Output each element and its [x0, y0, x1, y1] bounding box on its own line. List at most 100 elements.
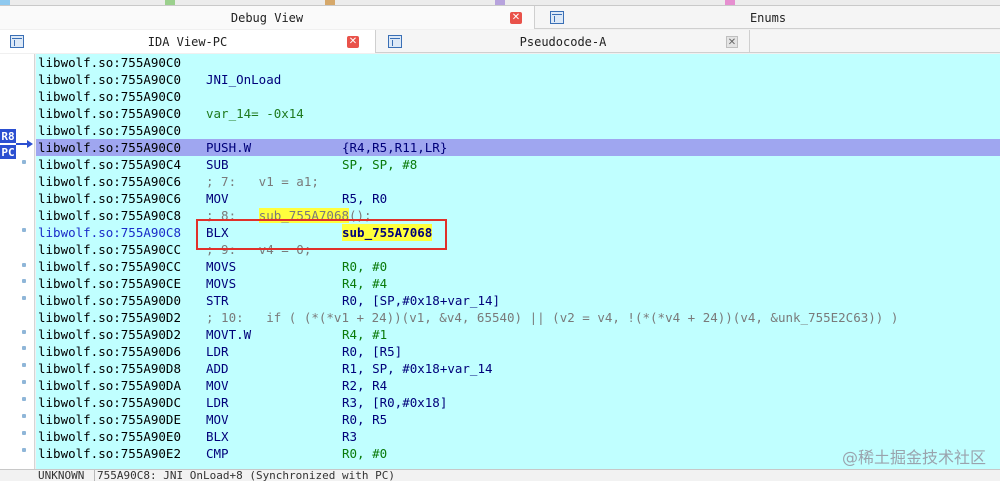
- listing-row[interactable]: libwolf.so:755A90D6 LDR R0, [R5]: [36, 343, 1000, 360]
- window-icon: [10, 35, 24, 48]
- strip-color-chip: [0, 0, 10, 5]
- operands: {R4,R5,R11,LR}: [342, 140, 448, 155]
- listing-row[interactable]: libwolf.so:755A90DA MOV R2, R4: [36, 377, 1000, 394]
- status-divider: [94, 470, 95, 481]
- mnemonic: LDR: [206, 395, 229, 410]
- address: libwolf.so:755A90CC: [38, 242, 181, 257]
- address: libwolf.so:755A90C0: [38, 55, 181, 70]
- highlighted-symbol[interactable]: sub_755A7068: [258, 208, 349, 223]
- mnemonic: ADD: [206, 361, 229, 376]
- register-marker-pc: PC: [0, 145, 16, 159]
- listing-row[interactable]: libwolf.so:755A90DC LDR R3, [R0,#0x18]: [36, 394, 1000, 411]
- listing-row[interactable]: libwolf.so:755A90CE MOVS R4, #4: [36, 275, 1000, 292]
- address: libwolf.so:755A90E2: [38, 446, 181, 461]
- address: libwolf.so:755A90D0: [38, 293, 181, 308]
- listing-row[interactable]: libwolf.so:755A90D0 STR R0, [SP,#0x18+va…: [36, 292, 1000, 309]
- breakpoint-dot-icon[interactable]: [22, 380, 26, 384]
- listing-row[interactable]: libwolf.so:755A90E0 BLX R3: [36, 428, 1000, 445]
- close-icon[interactable]: ✕: [510, 12, 522, 24]
- listing-row[interactable]: libwolf.so:755A90C8 BLX sub_755A7068: [36, 224, 1000, 241]
- listing-row[interactable]: libwolf.so:755A90D2 MOVT.W R4, #1: [36, 326, 1000, 343]
- breakpoint-dot-icon[interactable]: [22, 330, 26, 334]
- tab-debug-view-label: Debug View: [230, 10, 304, 25]
- breakpoint-dot-icon[interactable]: [22, 160, 26, 164]
- mnemonic: PUSH.W: [206, 140, 252, 155]
- call-target[interactable]: sub_755A7068: [342, 224, 433, 241]
- status-mode: UNKNOWN: [38, 469, 85, 481]
- address: libwolf.so:755A90C4: [38, 157, 181, 172]
- listing-row[interactable]: libwolf.so:755A90DE MOV R0, R5: [36, 411, 1000, 428]
- listing-row[interactable]: libwolf.so:755A90D2 ; 10: if ( (*(*v1 + …: [36, 309, 1000, 326]
- view-tab-bar: IDA View-PC ✕ Pseudocode-A ✕: [0, 30, 1000, 53]
- address: libwolf.so:755A90C0: [38, 106, 181, 121]
- breakpoint-dot-icon[interactable]: [22, 363, 26, 367]
- operands: R0, #0: [342, 259, 388, 274]
- breakpoint-dot-icon[interactable]: [22, 228, 26, 232]
- listing-gutter[interactable]: R8 PC: [0, 54, 35, 469]
- tab-enums[interactable]: Enums: [536, 6, 1000, 29]
- pseudocode-comment: ; 10: if ( (*(*v1 + 24))(v1, &v4, 65540)…: [206, 310, 899, 325]
- tab-enums-label: Enums: [749, 10, 787, 25]
- listing-row[interactable]: libwolf.so:755A90D8 ADD R1, SP, #0x18+va…: [36, 360, 1000, 377]
- tab-pseudocode-a[interactable]: Pseudocode-A ✕: [377, 30, 750, 53]
- pseudocode-comment: ; 9: v4 = 0;: [206, 242, 312, 257]
- mnemonic: BLX: [206, 429, 229, 444]
- listing-row[interactable]: libwolf.so:755A90C6 MOV R5, R0: [36, 190, 1000, 207]
- mnemonic: SUB: [206, 157, 229, 172]
- listing-row[interactable]: libwolf.so:755A90C0: [36, 54, 1000, 71]
- address: libwolf.so:755A90C0: [38, 140, 181, 155]
- address: libwolf.so:755A90C0: [38, 123, 181, 138]
- listing-row[interactable]: libwolf.so:755A90C0: [36, 88, 1000, 105]
- pseudocode-comment: ; 8: sub_755A7068();: [206, 207, 372, 224]
- close-icon[interactable]: ✕: [347, 36, 359, 48]
- address: libwolf.so:755A90D2: [38, 310, 181, 325]
- address: libwolf.so:755A90C8: [38, 208, 181, 223]
- address: libwolf.so:755A90C0: [38, 89, 181, 104]
- breakpoint-dot-icon[interactable]: [22, 346, 26, 350]
- breakpoint-dot-icon[interactable]: [22, 279, 26, 283]
- tab-debug-view[interactable]: Debug View ✕: [0, 6, 535, 29]
- breakpoint-dot-icon[interactable]: [22, 397, 26, 401]
- function-label[interactable]: JNI_OnLoad: [206, 71, 281, 88]
- pseudocode-comment: ; 7: v1 = a1;: [206, 174, 319, 189]
- operands: R4, #4: [342, 276, 388, 291]
- address: libwolf.so:755A90C0: [38, 72, 181, 87]
- current-pc-row[interactable]: libwolf.so:755A90C0 PUSH.W {R4,R5,R11,LR…: [36, 139, 1000, 156]
- tab-ida-view-pc[interactable]: IDA View-PC ✕: [0, 30, 376, 53]
- mnemonic: LDR: [206, 344, 229, 359]
- disassembly-listing[interactable]: libwolf.so:755A90C0 libwolf.so:755A90C0 …: [36, 54, 1000, 469]
- comment-prefix: ; 8:: [206, 208, 259, 223]
- operands: R0, [SP,#0x18+var_14]: [342, 293, 501, 308]
- mnemonic: MOVS: [206, 259, 237, 274]
- tab-ida-view-label: IDA View-PC: [147, 34, 228, 49]
- status-bar: UNKNOWN 755A90C8: JNI_OnLoad+8 (Synchron…: [0, 469, 1000, 481]
- address: libwolf.so:755A90CE: [38, 276, 181, 291]
- listing-row[interactable]: libwolf.so:755A90C8 ; 8: sub_755A7068();: [36, 207, 1000, 224]
- address: libwolf.so:755A90DE: [38, 412, 181, 427]
- mnemonic: MOV: [206, 378, 229, 393]
- address: libwolf.so:755A90D8: [38, 361, 181, 376]
- operands: R0, R5: [342, 412, 388, 427]
- mnemonic: MOV: [206, 412, 229, 427]
- strip-color-chip: [725, 0, 735, 5]
- breakpoint-dot-icon[interactable]: [22, 296, 26, 300]
- breakpoint-dot-icon[interactable]: [22, 448, 26, 452]
- operands: R2, R4: [342, 378, 388, 393]
- breakpoint-dot-icon[interactable]: [22, 431, 26, 435]
- listing-row[interactable]: libwolf.so:755A90C0 JNI_OnLoad: [36, 71, 1000, 88]
- address: libwolf.so:755A90CC: [38, 259, 181, 274]
- listing-row[interactable]: libwolf.so:755A90C6 ; 7: v1 = a1;: [36, 173, 1000, 190]
- breakpoint-dot-icon[interactable]: [22, 414, 26, 418]
- listing-row[interactable]: libwolf.so:755A90CC ; 9: v4 = 0;: [36, 241, 1000, 258]
- strip-color-chip: [165, 0, 175, 5]
- listing-row[interactable]: libwolf.so:755A90C0 var_14= -0x14: [36, 105, 1000, 122]
- window-icon: [550, 11, 564, 24]
- tab-pseudocode-label: Pseudocode-A: [519, 34, 607, 49]
- close-icon[interactable]: ✕: [726, 36, 738, 48]
- listing-row[interactable]: libwolf.so:755A90C0: [36, 122, 1000, 139]
- breakpoint-dot-icon[interactable]: [22, 263, 26, 267]
- listing-row[interactable]: libwolf.so:755A90C4 SUB SP, SP, #8: [36, 156, 1000, 173]
- listing-row[interactable]: libwolf.so:755A90CC MOVS R0, #0: [36, 258, 1000, 275]
- operands: R4, #1: [342, 327, 388, 342]
- stack-variable[interactable]: var_14= -0x14: [206, 105, 304, 122]
